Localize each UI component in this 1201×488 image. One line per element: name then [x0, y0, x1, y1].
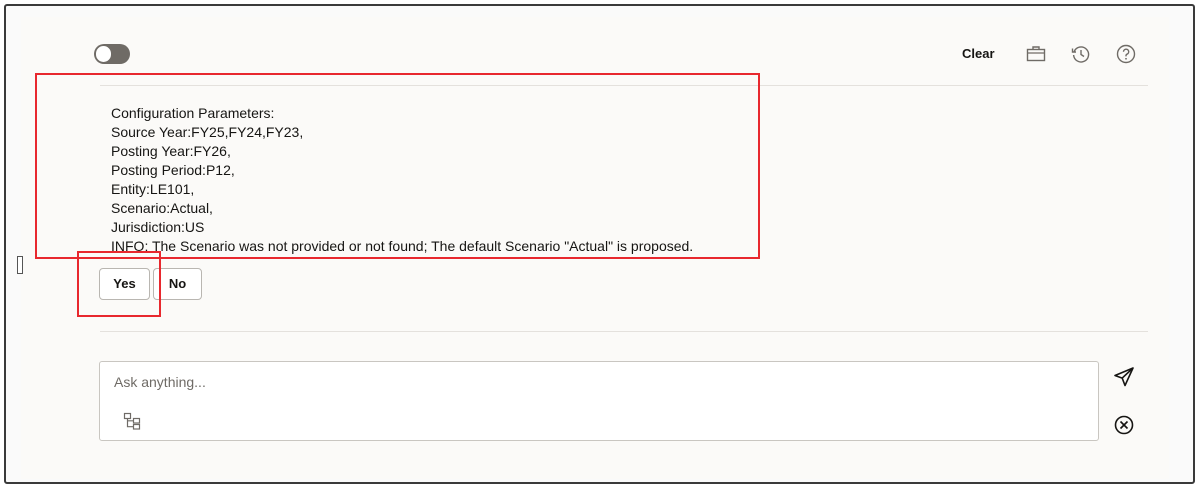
message-line: Jurisdiction:US — [111, 219, 205, 235]
help-icon[interactable] — [1114, 42, 1138, 66]
assistant-message: Configuration Parameters: Source Year:FY… — [111, 104, 693, 256]
history-icon[interactable] — [1069, 42, 1093, 66]
message-line: Configuration Parameters: — [111, 105, 275, 121]
message-line: Source Year:FY25,FY24,FY23, — [111, 124, 304, 140]
header-divider — [100, 85, 1148, 86]
yes-button[interactable]: Yes — [99, 268, 150, 300]
no-button[interactable]: No — [153, 268, 202, 300]
message-line: Posting Year:FY26, — [111, 143, 231, 159]
clear-button[interactable]: Clear — [962, 46, 995, 61]
prompt-input[interactable] — [114, 374, 1074, 390]
prompt-input-box[interactable] — [99, 361, 1099, 441]
briefcase-icon[interactable] — [1024, 42, 1048, 66]
input-divider — [100, 331, 1148, 332]
hierarchy-icon[interactable] — [122, 411, 142, 431]
send-icon[interactable] — [1112, 365, 1136, 389]
message-line: INFO: The Scenario was not provided or n… — [111, 238, 694, 254]
toggle-knob — [96, 46, 111, 62]
panel-resize-handle[interactable] — [17, 256, 23, 274]
message-line: Entity:LE101, — [111, 181, 195, 197]
message-line: Posting Period:P12, — [111, 162, 235, 178]
mode-toggle[interactable] — [94, 44, 130, 64]
message-line: Scenario:Actual, — [111, 200, 213, 216]
cancel-icon[interactable] — [1112, 413, 1136, 437]
